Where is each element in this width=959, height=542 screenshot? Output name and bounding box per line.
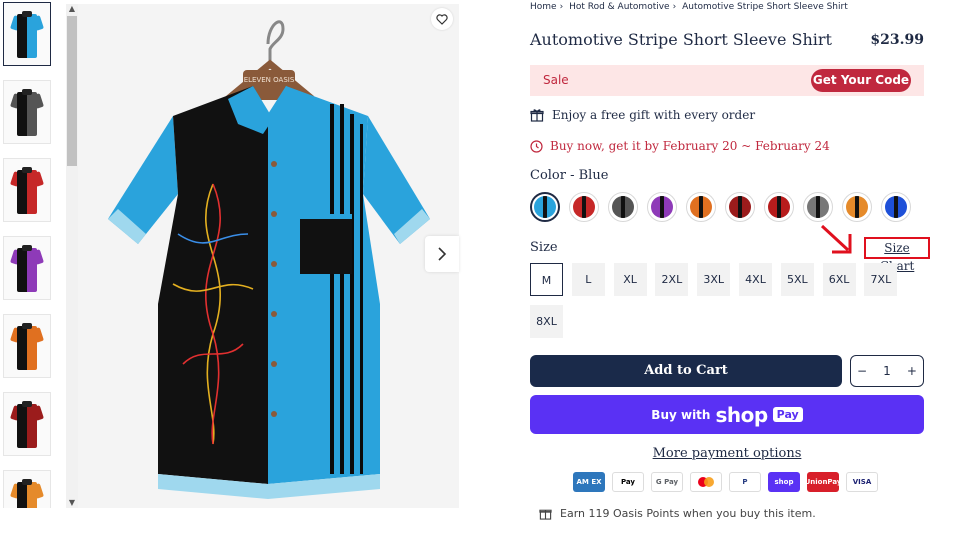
product-price: $23.99	[870, 32, 924, 48]
buy-with-shop-pay-button[interactable]: Buy with shop Pay	[530, 395, 924, 434]
wishlist-heart-icon[interactable]	[431, 8, 453, 30]
shoppay-shop-text: shop	[715, 402, 768, 427]
shipping-estimate: Buy now, get it by February 20 ~ Februar…	[530, 139, 830, 153]
gift-perk: Enjoy a free gift with every order	[530, 108, 755, 122]
color-swatch[interactable]	[530, 192, 560, 222]
shoppay-pay-badge: Pay	[772, 407, 803, 422]
payment-icons: AM EX Pay G Pay Pshop UnionPay VISA	[573, 472, 878, 492]
mastercard-icon	[690, 472, 722, 492]
quantity-value[interactable]: 1	[883, 364, 891, 378]
add-to-cart-button[interactable]: Add to Cart	[530, 355, 842, 387]
paypal-icon: P	[729, 472, 761, 492]
product-thumbnail[interactable]	[3, 470, 51, 508]
size-option[interactable]: 4XL	[739, 263, 772, 296]
size-option[interactable]: 5XL	[780, 263, 814, 296]
color-swatch[interactable]	[842, 192, 872, 222]
points-text: Earn 119 Oasis Points when you buy this …	[560, 507, 816, 520]
product-thumbnail[interactable]	[3, 236, 51, 300]
product-title: Automotive Stripe Short Sleeve Shirt	[530, 30, 832, 49]
size-option[interactable]: 2XL	[655, 263, 689, 296]
scroll-down-icon[interactable]: ▼	[66, 498, 78, 508]
size-option[interactable]: 7XL	[864, 263, 898, 296]
size-label: Size	[530, 240, 558, 255]
amex-icon: AM EX	[573, 472, 605, 492]
breadcrumb-home[interactable]: Home	[530, 2, 557, 12]
size-option[interactable]: 6XL	[822, 263, 856, 296]
shipping-text: Buy now, get it by February 20 ~ Februar…	[550, 139, 830, 153]
chevron-right-icon	[438, 247, 447, 261]
scrollbar-thumb[interactable]	[67, 16, 77, 166]
product-thumbnail[interactable]	[3, 392, 51, 456]
size-chart-link[interactable]: Size Chart	[864, 237, 930, 273]
red-arrow-icon	[820, 224, 852, 254]
more-payment-options-link[interactable]: More payment options	[530, 446, 924, 461]
size-option[interactable]: XL	[613, 263, 647, 296]
apple-pay-icon: Pay	[612, 472, 644, 492]
gift-icon	[539, 509, 552, 520]
next-image-button[interactable]	[425, 236, 459, 272]
gift-icon	[530, 109, 544, 122]
color-swatch[interactable]	[686, 192, 716, 222]
breadcrumb-category[interactable]: Hot Rod & Automotive	[569, 2, 670, 12]
color-swatches	[530, 192, 911, 222]
quantity-stepper: − 1 +	[850, 355, 924, 387]
points-note: Earn 119 Oasis Points when you buy this …	[539, 507, 816, 520]
size-option[interactable]: M	[530, 263, 563, 296]
clock-icon	[530, 139, 543, 153]
product-thumbnail[interactable]	[3, 2, 51, 66]
color-swatch[interactable]	[608, 192, 638, 222]
color-swatch[interactable]	[725, 192, 755, 222]
color-swatch[interactable]	[569, 192, 599, 222]
product-thumbnail[interactable]	[3, 80, 51, 144]
google-pay-icon: G Pay	[651, 472, 683, 492]
quantity-increase-button[interactable]: +	[907, 364, 917, 378]
breadcrumb: Home › Hot Rod & Automotive › Automotive S…	[530, 2, 848, 12]
thumbnail-scrollbar[interactable]: ▲ ▼	[66, 4, 78, 508]
color-swatch[interactable]	[803, 192, 833, 222]
gift-text: Enjoy a free gift with every order	[552, 108, 756, 122]
product-thumbnail[interactable]	[3, 158, 51, 222]
color-swatch[interactable]	[764, 192, 794, 222]
shop-pay-icon: shop	[768, 472, 800, 492]
unionpay-icon: UnionPay	[805, 472, 841, 492]
product-thumbnail[interactable]	[3, 314, 51, 378]
visa-icon: VISA	[846, 472, 878, 492]
shoppay-buy-text: Buy with	[651, 407, 711, 422]
size-option[interactable]: 8XL	[530, 305, 563, 338]
size-option[interactable]: 3XL	[697, 263, 731, 296]
breadcrumb-current: Automotive Stripe Short Sleeve Shirt	[682, 2, 848, 12]
color-swatch[interactable]	[647, 192, 677, 222]
color-label: Color - Blue	[530, 168, 609, 183]
get-code-button[interactable]: Get Your Code	[811, 69, 911, 92]
sale-banner: Sale Get Your Code	[530, 65, 924, 96]
quantity-decrease-button[interactable]: −	[857, 364, 867, 378]
size-option[interactable]: L	[571, 263, 605, 296]
hanger-brand-text: ELEVEN OASIS	[244, 76, 295, 84]
color-swatch[interactable]	[881, 192, 911, 222]
shirt-illustration: ELEVEN OASIS	[108, 20, 430, 499]
scroll-up-icon[interactable]: ▲	[66, 4, 78, 14]
sale-label: Sale	[543, 73, 569, 87]
thumbnail-strip	[0, 0, 60, 508]
product-main-image: ELEVEN OASIS	[78, 4, 459, 508]
